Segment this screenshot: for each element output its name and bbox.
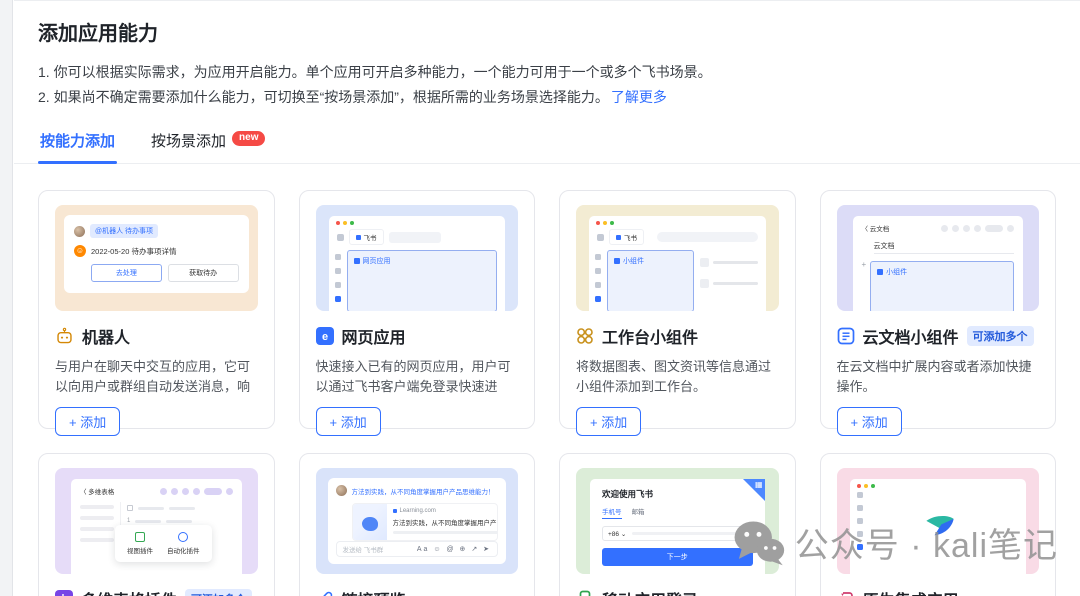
- mock-next-button: 下一步: [602, 548, 753, 566]
- page-header: 添加应用能力 1. 你可以根据实际需求，为应用开启能力。单个应用可开启多种能力，…: [14, 1, 1080, 110]
- card-title: 移动应用登录: [602, 587, 698, 596]
- traffic-lights: [850, 479, 1027, 488]
- robot-icon: [55, 327, 74, 346]
- add-workspace-widget-button[interactable]: + 添加: [576, 407, 641, 436]
- card-title: 工作台小组件: [602, 324, 698, 348]
- instruction-line-2-text: 2. 如果尚不确定需要添加什么能力，可切换至“按场景添加”，根据所需的业务场景选…: [38, 89, 609, 105]
- clouddoc-icon: [837, 327, 855, 345]
- card-title: 网页应用: [342, 324, 406, 348]
- sidebar-icons: [335, 250, 341, 311]
- card-mobile-login[interactable]: ▦ 欢迎使用飞书 手机号 邮箱 +86 ⌄ 下一步: [559, 453, 796, 596]
- card-workspace-widget[interactable]: 飞书 小组件: [559, 190, 796, 429]
- back-label: 〈 多维表格: [80, 486, 114, 496]
- back-label: 〈 云文档: [862, 223, 890, 233]
- webapp-preview: 飞书 网页应用: [316, 205, 519, 311]
- card-clouddoc-widget[interactable]: 〈 云文档 云文档 + 小组件: [820, 190, 1057, 429]
- mock-handle-button: 去处理: [91, 264, 162, 282]
- traffic-lights: [589, 216, 766, 225]
- bitable-icon: [55, 590, 73, 596]
- tab-bar: 按能力添加 按场景添加 new: [14, 126, 1080, 164]
- mention-chip: @机器人 待办事项: [90, 224, 158, 238]
- left-panel-edge: [0, 0, 13, 596]
- sidebar-icons: [595, 250, 601, 311]
- card-bitable-plugin[interactable]: 〈 多维表格 1 2 视图插件: [38, 453, 275, 596]
- link-icon: [316, 590, 334, 596]
- plugin-popup: 视图插件 自动化插件: [115, 525, 212, 562]
- bitable-plugin-preview: 〈 多维表格 1 2 视图插件: [55, 468, 258, 574]
- card-link-preview[interactable]: 方法到实践，从不同角度掌握用户产品思维能力！ Learning.com … 方法…: [299, 453, 536, 596]
- workspace-widget-preview: 飞书 小组件: [576, 205, 779, 311]
- instruction-line-2: 2. 如果尚不确定需要添加什么能力，可切换至“按场景添加”，根据所需的业务场景选…: [38, 85, 1056, 110]
- view-plugin-icon: [135, 532, 145, 542]
- native-icon: [837, 590, 855, 596]
- mobile-login-preview: ▦ 欢迎使用飞书 手机号 邮箱 +86 ⌄ 下一步: [576, 468, 779, 574]
- widget-icon: [576, 327, 594, 345]
- avatar: [336, 485, 347, 496]
- card-desc: 快速接入已有的网页应用，用户可以通过飞书客户端免登录快速进入。: [316, 357, 519, 397]
- input-toolbar-icons: Aa ☺ @ ⊕ ↗ ➤: [417, 545, 491, 553]
- message-input: 发送给 飞书群 Aa ☺ @ ⊕ ↗ ➤: [336, 541, 499, 557]
- multi-add-badge: 可添加多个: [185, 589, 252, 596]
- search-bar: [657, 232, 758, 242]
- qr-icon: ▦: [755, 481, 763, 489]
- card-desc: 在云文档中扩展内容或者添加快捷操作。: [837, 357, 1040, 397]
- mock-fetch-button: 获取待办: [168, 264, 239, 282]
- robot-avatar-icon: ☺: [74, 245, 86, 257]
- docs-logo: [863, 490, 1019, 550]
- avatar: [74, 226, 85, 237]
- traffic-lights: [329, 216, 506, 225]
- svg-text:e: e: [321, 331, 327, 343]
- multi-add-badge: 可添加多个: [967, 326, 1034, 346]
- add-webapp-button[interactable]: + 添加: [316, 407, 381, 436]
- add-capability-page: 添加应用能力 1. 你可以根据实际需求，为应用开启能力。单个应用可开启多种能力，…: [14, 0, 1080, 595]
- add-robot-button[interactable]: + 添加: [55, 407, 120, 436]
- webapp-icon: e: [316, 327, 334, 345]
- card-title: 机器人: [82, 324, 130, 348]
- page-title: 添加应用能力: [38, 17, 1056, 46]
- card-title: 云文档小组件: [863, 324, 959, 348]
- card-title: 原生集成应用: [863, 587, 959, 596]
- tab-by-capability[interactable]: 按能力添加: [38, 126, 117, 163]
- mobile-icon: [576, 590, 594, 596]
- card-title: 多维表格插件: [81, 587, 177, 596]
- card-desc: 与用户在聊天中交互的应用，它可以向用户或群组自动发送消息，响应用户的消...: [55, 357, 258, 397]
- link-preview-preview: 方法到实践，从不同角度掌握用户产品思维能力！ Learning.com … 方法…: [316, 468, 519, 574]
- tab-by-scene[interactable]: 按场景添加 new: [149, 126, 267, 163]
- card-robot[interactable]: @机器人 待办事项 ☺ 2022-05-20 待办事项详情 去处理 获取待办: [38, 190, 275, 429]
- instruction-line-1: 1. 你可以根据实际需求，为应用开启能力。单个应用可开启多种能力，一个能力可用于…: [38, 60, 1056, 85]
- native-integration-preview: [837, 468, 1040, 574]
- learn-more-link[interactable]: 了解更多: [611, 89, 667, 105]
- automation-plugin-icon: [178, 532, 188, 542]
- card-title: 链接预览: [342, 587, 406, 596]
- add-clouddoc-widget-button[interactable]: + 添加: [837, 407, 902, 436]
- card-native-integration[interactable]: 原生集成应用: [820, 453, 1057, 596]
- preview-image: [353, 504, 387, 540]
- card-webapp[interactable]: 飞书 网页应用 e 网页应用 快速接: [299, 190, 536, 429]
- card-desc: 将数据图表、图文资讯等信息通过小组件添加到工作台。: [576, 357, 779, 397]
- clouddoc-widget-preview: 〈 云文档 云文档 + 小组件: [837, 205, 1040, 311]
- new-badge: new: [232, 131, 265, 146]
- robot-preview: @机器人 待办事项 ☺ 2022-05-20 待办事项详情 去处理 获取待办: [55, 205, 258, 311]
- capability-card-grid: @机器人 待办事项 ☺ 2022-05-20 待办事项详情 去处理 获取待办: [14, 164, 1080, 596]
- plus-icon: +: [862, 261, 867, 269]
